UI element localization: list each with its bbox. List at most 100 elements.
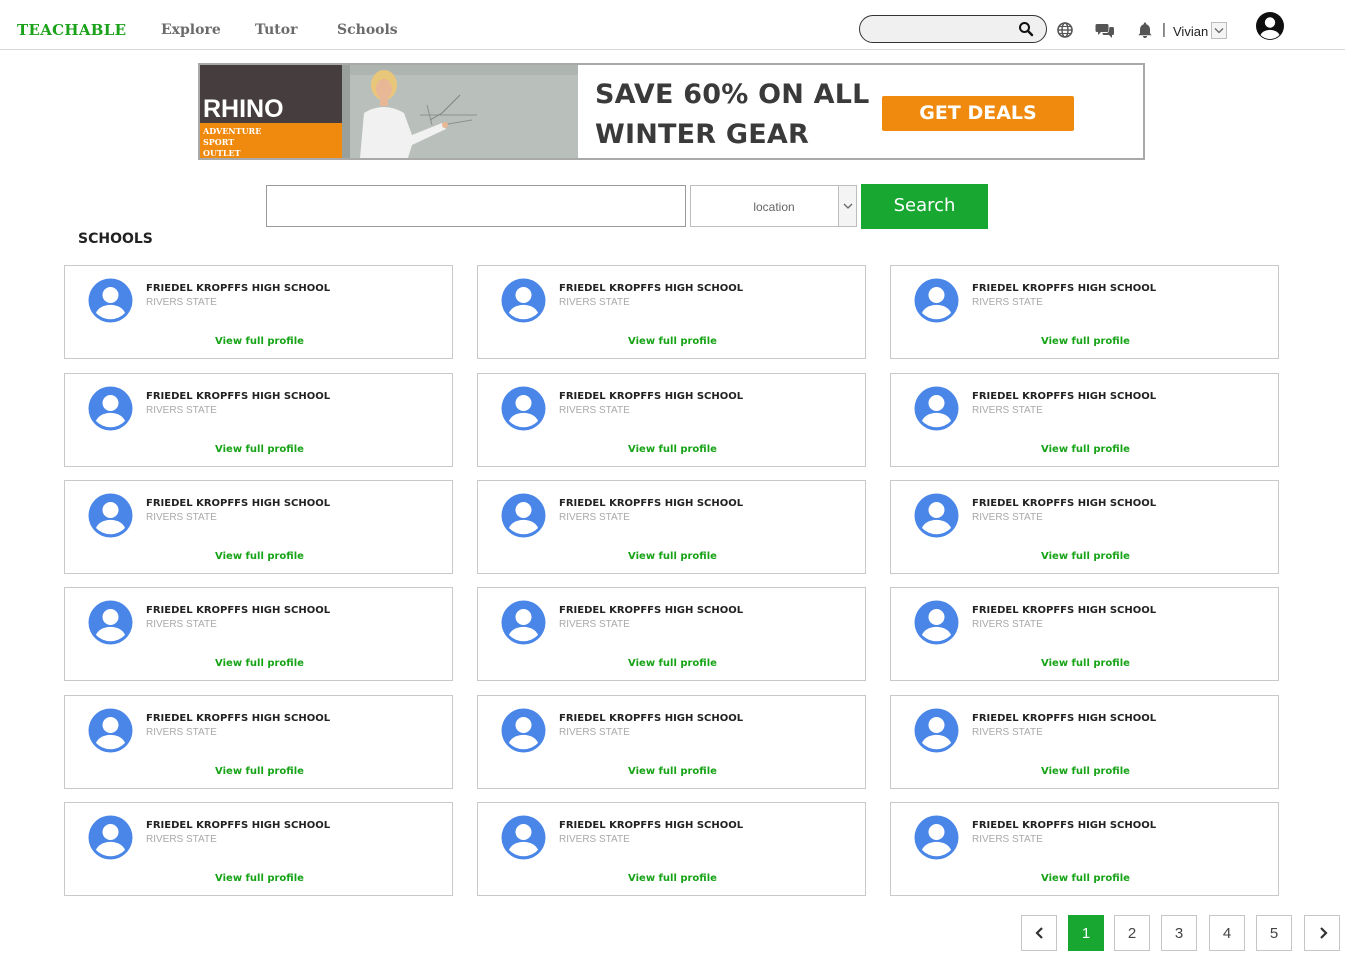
- school-name[interactable]: FRIEDEL KROPFFS HIGH SCHOOL: [146, 283, 330, 294]
- view-full-profile-link[interactable]: View full profile: [478, 551, 867, 562]
- school-avatar-icon: [501, 600, 546, 645]
- school-name[interactable]: FRIEDEL KROPFFS HIGH SCHOOL: [559, 713, 743, 724]
- search-button[interactable]: Search: [861, 184, 988, 229]
- school-avatar-icon: [501, 708, 546, 753]
- school-card: FRIEDEL KROPFFS HIGH SCHOOL RIVERS STATE V…: [477, 480, 866, 574]
- school-card: FRIEDEL KROPFFS HIGH SCHOOL RIVERS STATE V…: [477, 587, 866, 681]
- school-name[interactable]: FRIEDEL KROPFFS HIGH SCHOOL: [972, 605, 1156, 616]
- school-avatar-icon: [914, 815, 959, 860]
- school-card: FRIEDEL KROPFFS HIGH SCHOOL RIVERS STATE V…: [477, 802, 866, 896]
- school-name[interactable]: FRIEDEL KROPFFS HIGH SCHOOL: [972, 820, 1156, 831]
- nav-schools[interactable]: Schools: [337, 22, 398, 38]
- view-full-profile-link[interactable]: View full profile: [65, 444, 454, 455]
- school-name[interactable]: FRIEDEL KROPFFS HIGH SCHOOL: [146, 820, 330, 831]
- school-avatar-icon: [914, 278, 959, 323]
- chevron-down-icon: [1214, 28, 1224, 34]
- pagination-prev-button[interactable]: [1021, 915, 1057, 951]
- view-full-profile-link[interactable]: View full profile: [891, 658, 1280, 669]
- school-name[interactable]: FRIEDEL KROPFFS HIGH SCHOOL: [559, 283, 743, 294]
- school-state: RIVERS STATE: [559, 619, 630, 630]
- school-card: FRIEDEL KROPFFS HIGH SCHOOL RIVERS STATE V…: [890, 587, 1279, 681]
- school-avatar-icon: [88, 815, 133, 860]
- header-search-input[interactable]: [872, 20, 1012, 38]
- pagination-page-5[interactable]: 5: [1256, 915, 1292, 951]
- brand-logo[interactable]: TEACHABLE: [17, 21, 126, 39]
- school-state: RIVERS STATE: [146, 405, 217, 416]
- school-name[interactable]: FRIEDEL KROPFFS HIGH SCHOOL: [559, 391, 743, 402]
- school-state: RIVERS STATE: [146, 512, 217, 523]
- pagination-page-3[interactable]: 3: [1161, 915, 1197, 951]
- school-state: RIVERS STATE: [146, 834, 217, 845]
- location-select[interactable]: location: [690, 185, 857, 227]
- view-full-profile-link[interactable]: View full profile: [478, 873, 867, 884]
- view-full-profile-link[interactable]: View full profile: [891, 873, 1280, 884]
- school-state: RIVERS STATE: [972, 405, 1043, 416]
- bell-icon[interactable]: [1137, 21, 1153, 39]
- pagination-next-button[interactable]: [1304, 915, 1340, 951]
- school-state: RIVERS STATE: [146, 619, 217, 630]
- school-card: FRIEDEL KROPFFS HIGH SCHOOL RIVERS STATE V…: [64, 695, 453, 789]
- view-full-profile-link[interactable]: View full profile: [478, 444, 867, 455]
- school-card: FRIEDEL KROPFFS HIGH SCHOOL RIVERS STATE V…: [64, 480, 453, 574]
- view-full-profile-link[interactable]: View full profile: [65, 336, 454, 347]
- globe-icon[interactable]: [1056, 21, 1074, 39]
- school-name[interactable]: FRIEDEL KROPFFS HIGH SCHOOL: [559, 498, 743, 509]
- chevron-down-icon: [843, 203, 853, 209]
- school-avatar-icon: [914, 493, 959, 538]
- section-title: SCHOOLS: [78, 231, 153, 247]
- view-full-profile-link[interactable]: View full profile: [65, 551, 454, 562]
- pagination-page-4[interactable]: 4: [1209, 915, 1245, 951]
- school-name[interactable]: FRIEDEL KROPFFS HIGH SCHOOL: [559, 820, 743, 831]
- school-name[interactable]: FRIEDEL KROPFFS HIGH SCHOOL: [972, 391, 1156, 402]
- view-full-profile-link[interactable]: View full profile: [478, 658, 867, 669]
- school-state: RIVERS STATE: [559, 727, 630, 738]
- view-full-profile-link[interactable]: View full profile: [891, 444, 1280, 455]
- view-full-profile-link[interactable]: View full profile: [65, 766, 454, 777]
- school-name[interactable]: FRIEDEL KROPFFS HIGH SCHOOL: [146, 391, 330, 402]
- nav-explore[interactable]: Explore: [161, 22, 221, 38]
- get-deals-button[interactable]: GET DEALS: [882, 96, 1074, 131]
- school-card: FRIEDEL KROPFFS HIGH SCHOOL RIVERS STATE V…: [64, 587, 453, 681]
- school-card: FRIEDEL KROPFFS HIGH SCHOOL RIVERS STATE V…: [890, 265, 1279, 359]
- view-full-profile-link[interactable]: View full profile: [891, 551, 1280, 562]
- header-search-box: [859, 15, 1047, 43]
- school-name[interactable]: FRIEDEL KROPFFS HIGH SCHOOL: [146, 605, 330, 616]
- school-state: RIVERS STATE: [146, 727, 217, 738]
- school-state: RIVERS STATE: [972, 297, 1043, 308]
- pagination-page-2[interactable]: 2: [1114, 915, 1150, 951]
- header-divider: |: [1162, 21, 1166, 38]
- user-circle-icon[interactable]: [1255, 11, 1285, 41]
- view-full-profile-link[interactable]: View full profile: [65, 873, 454, 884]
- school-avatar-icon: [501, 815, 546, 860]
- view-full-profile-link[interactable]: View full profile: [65, 658, 454, 669]
- school-state: RIVERS STATE: [559, 834, 630, 845]
- school-avatar-icon: [914, 386, 959, 431]
- school-state: RIVERS STATE: [972, 727, 1043, 738]
- school-card: FRIEDEL KROPFFS HIGH SCHOOL RIVERS STATE V…: [890, 480, 1279, 574]
- school-avatar-icon: [501, 386, 546, 431]
- view-full-profile-link[interactable]: View full profile: [478, 336, 867, 347]
- search-icon[interactable]: [1018, 21, 1034, 37]
- pagination-page-1[interactable]: 1: [1068, 915, 1104, 951]
- school-state: RIVERS STATE: [146, 297, 217, 308]
- school-name[interactable]: FRIEDEL KROPFFS HIGH SCHOOL: [972, 713, 1156, 724]
- banner-logo-line-1: ADVENTURE: [203, 126, 262, 136]
- user-name[interactable]: Vivian: [1173, 24, 1208, 39]
- chat-icon[interactable]: [1095, 21, 1115, 39]
- nav-tutor[interactable]: Tutor: [255, 22, 298, 38]
- school-avatar-icon: [88, 600, 133, 645]
- view-full-profile-link[interactable]: View full profile: [478, 766, 867, 777]
- school-state: RIVERS STATE: [559, 297, 630, 308]
- school-state: RIVERS STATE: [559, 512, 630, 523]
- school-search-input[interactable]: [266, 185, 686, 227]
- school-name[interactable]: FRIEDEL KROPFFS HIGH SCHOOL: [559, 605, 743, 616]
- user-menu-dropdown[interactable]: [1211, 22, 1227, 39]
- banner-photo: [342, 65, 578, 158]
- view-full-profile-link[interactable]: View full profile: [891, 766, 1280, 777]
- school-name[interactable]: FRIEDEL KROPFFS HIGH SCHOOL: [146, 498, 330, 509]
- ad-banner[interactable]: RHINO ADVENTURE SPORT OUTLET SAVE 60% ON…: [198, 63, 1145, 160]
- school-name[interactable]: FRIEDEL KROPFFS HIGH SCHOOL: [146, 713, 330, 724]
- school-name[interactable]: FRIEDEL KROPFFS HIGH SCHOOL: [972, 498, 1156, 509]
- school-name[interactable]: FRIEDEL KROPFFS HIGH SCHOOL: [972, 283, 1156, 294]
- view-full-profile-link[interactable]: View full profile: [891, 336, 1280, 347]
